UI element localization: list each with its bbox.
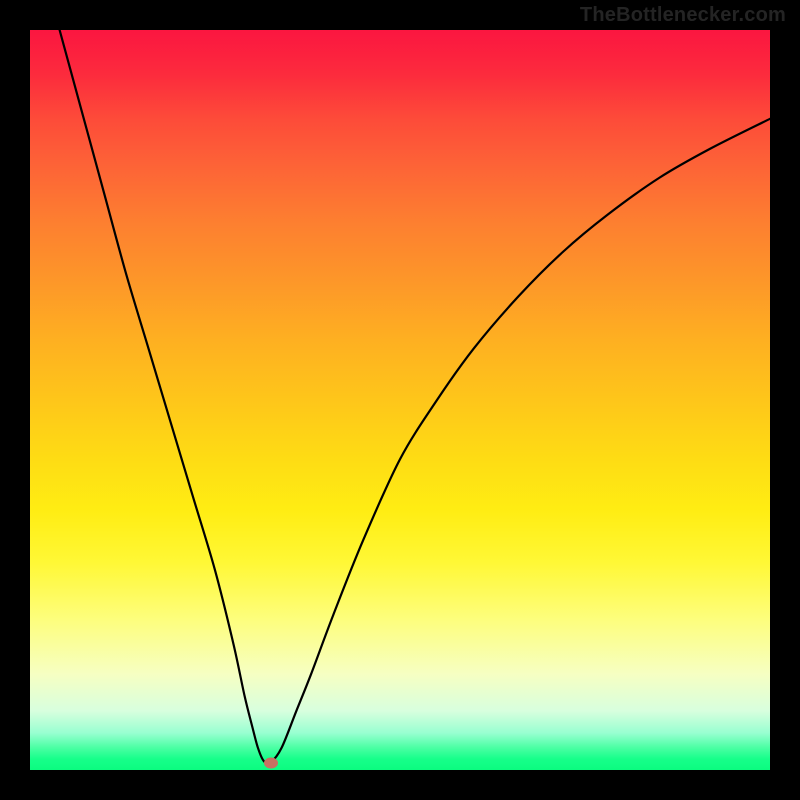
chart-background-gradient: [30, 30, 770, 770]
optimal-point-marker: [264, 757, 278, 768]
chart-area: [30, 30, 770, 770]
watermark-text: TheBottlenecker.com: [580, 4, 786, 27]
